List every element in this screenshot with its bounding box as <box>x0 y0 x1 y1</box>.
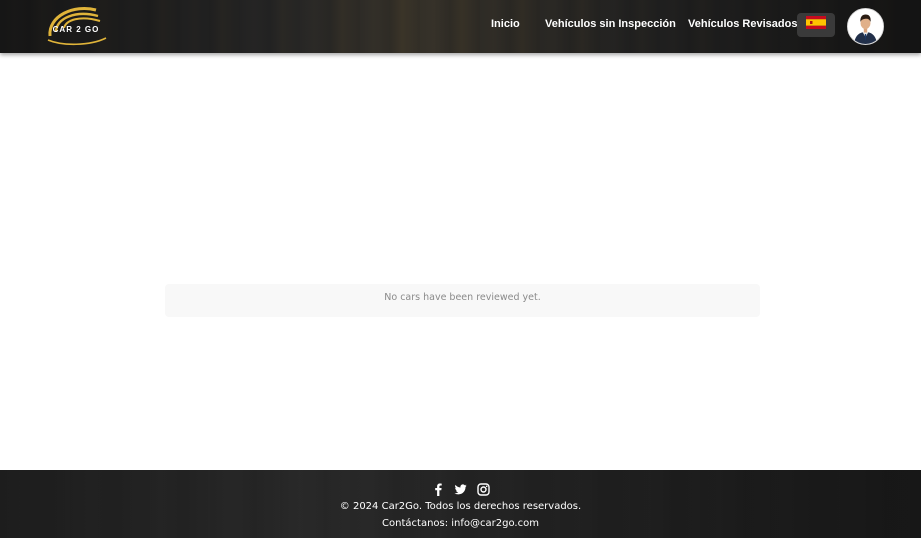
empty-state-box: No cars have been reviewed yet. <box>165 284 760 317</box>
facebook-icon[interactable] <box>432 483 445 496</box>
footer-contact: Contáctanos: info@car2go.com <box>382 518 539 529</box>
top-navbar: CAR 2 GO Inicio Vehículos sin Inspección… <box>0 0 921 53</box>
empty-state-message: No cars have been reviewed yet. <box>384 292 541 303</box>
page: CAR 2 GO Inicio Vehículos sin Inspección… <box>0 0 921 538</box>
nav-inicio[interactable]: Inicio <box>491 18 520 30</box>
twitter-icon[interactable] <box>454 483 467 496</box>
nav-vehiculos-sin-inspeccion[interactable]: Vehículos sin Inspección <box>545 18 676 30</box>
instagram-icon[interactable] <box>477 483 490 496</box>
logo-text: CAR 2 GO <box>53 25 100 34</box>
car2go-logo[interactable]: CAR 2 GO <box>44 2 108 46</box>
footer-copyright: © 2024 Car2Go. Todos los derechos reserv… <box>339 501 582 512</box>
nav-vehiculos-revisados[interactable]: Vehículos Revisados <box>688 18 797 30</box>
footer: © 2024 Car2Go. Todos los derechos reserv… <box>0 470 921 538</box>
language-selector-button[interactable] <box>797 13 835 37</box>
spain-flag-icon <box>806 16 826 34</box>
user-avatar-icon[interactable] <box>847 8 884 45</box>
